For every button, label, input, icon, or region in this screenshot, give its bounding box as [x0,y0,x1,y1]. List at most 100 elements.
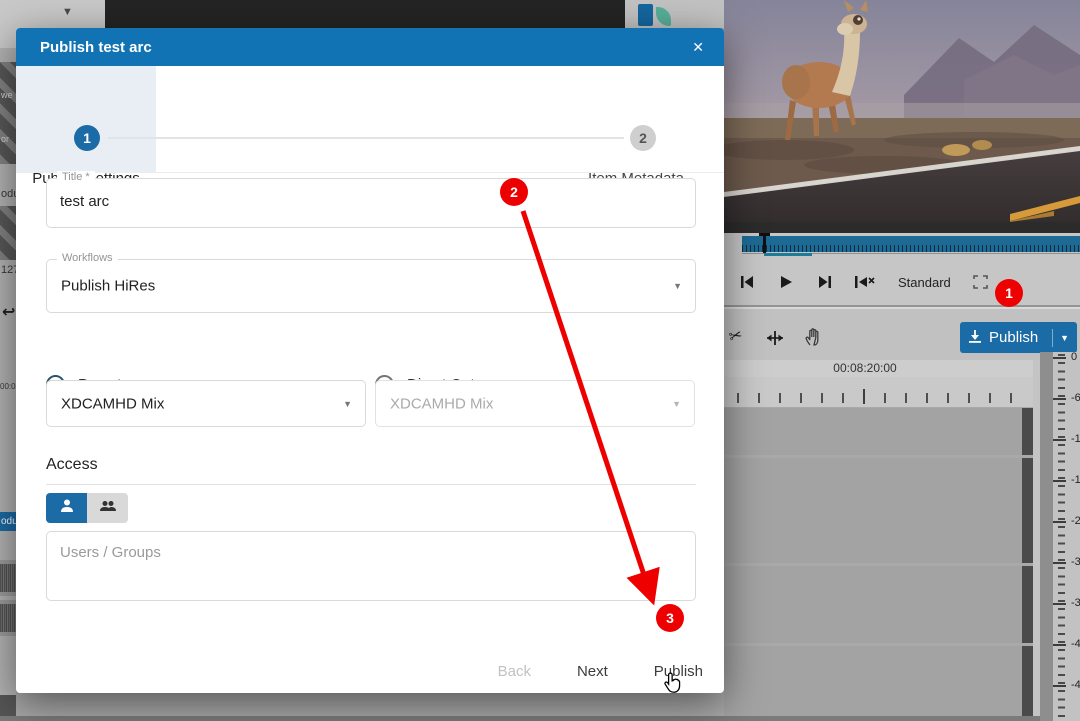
title-input[interactable] [60,193,680,210]
playhead-icon[interactable] [763,233,766,253]
db-scale-label: -1 [1071,433,1080,445]
title-field[interactable]: Title * [46,178,696,228]
track-scrollbar[interactable] [1022,458,1033,563]
timeline-track[interactable] [724,566,1022,643]
close-icon[interactable]: ✕ [692,39,704,56]
audio-meter [1040,352,1053,721]
preset-select-value: XDCAMHD Mix [61,395,164,412]
db-scale-label: -3 [1071,556,1080,568]
app-logo-leaf-icon [656,7,671,26]
user-icon [59,498,75,518]
dialog-header: Publish test arc ✕ [16,28,724,66]
mouse-cursor-icon [664,672,681,694]
annotation-badge-2: 2 [500,178,528,206]
db-scale-label: -4 [1071,679,1080,691]
timeline-timecode: 00:08:20:00 [810,361,920,375]
db-scale-tick [1053,562,1066,564]
scrub-selection [764,253,812,256]
trim-tool-icon[interactable] [766,330,784,351]
users-groups-field[interactable] [46,531,696,601]
db-scale-label: -6 [1071,392,1080,404]
publish-button-label: Publish [989,329,1038,346]
timeline-gap-column [1033,360,1040,721]
step-2-indicator[interactable]: 2 [630,125,656,151]
timeline-ruler-ticks [737,393,1025,403]
track-scrollbar[interactable] [1022,646,1033,716]
go-to-in-point-icon[interactable] [854,275,876,289]
timeline-ruler-center-tick [863,389,865,404]
wizard-stepper: 1 2 Publish Settings Item Metadata [16,66,724,172]
video-preview[interactable] [724,0,1080,222]
track-scrollbar[interactable] [1022,566,1033,643]
dialog-title: Publish test arc [40,39,152,56]
audio-waveform-thumbnail[interactable] [0,600,16,636]
app-logo-area [625,0,724,28]
step-connector [108,137,624,139]
back-button[interactable]: Back [498,663,531,680]
video-letterbox [724,222,1080,233]
app-canvas: ▼ we or odu 127 ↩ 00:0 odu [0,0,1080,721]
stepper-divider [16,172,724,173]
db-scale-tick [1053,644,1066,646]
users-groups-input[interactable] [60,544,680,590]
users-toggle-button[interactable] [46,493,87,523]
audio-waveform-thumbnail[interactable] [0,560,16,596]
access-type-toggle [46,493,128,523]
access-divider [46,484,696,485]
dialog-footer: Back Next Publish [16,656,724,686]
clip-label-fragment: we [1,90,13,100]
db-scale-tick [1053,480,1066,482]
clip-thumbnail-fragment[interactable] [0,206,16,260]
db-scale-tick [1053,603,1066,605]
skip-to-start-icon[interactable] [740,275,756,289]
clip-thumbnail-fragment[interactable]: we or [0,62,16,164]
preset-select[interactable]: XDCAMHD Mix ▼ [46,380,366,427]
chevron-down-icon[interactable]: ▼ [62,6,73,18]
direct-out-select-value: XDCAMHD Mix [390,395,493,412]
db-scale-tick [1053,398,1066,400]
button-divider [1052,329,1053,347]
db-scale-tick [1053,521,1066,523]
production-tag-fragment[interactable]: odu [0,512,16,531]
play-icon[interactable] [778,275,794,289]
workflows-select[interactable]: Workflows Publish HiRes ▼ [46,259,696,313]
publish-dialog: Publish test arc ✕ 1 2 Publish Settings … [16,28,724,693]
quality-selector[interactable]: Standard [898,275,951,290]
publish-button[interactable]: Publish ▼ [960,322,1077,353]
timecode-fragment: 00:0 [0,382,16,391]
db-scale-tick [1053,685,1066,687]
next-button[interactable]: Next [577,663,608,680]
timeline-track[interactable] [724,408,1022,455]
undo-icon[interactable]: ↩ [2,302,15,322]
direct-out-select-disabled: XDCAMHD Mix ▼ [375,380,695,427]
active-step-highlight [16,66,156,172]
skip-to-end-icon[interactable] [816,275,832,289]
annotation-badge-3: 3 [656,604,684,632]
chevron-down-icon: ▼ [672,399,681,409]
db-scale-label: -1 [1071,474,1080,486]
app-logo-icon [638,4,653,26]
db-scale-label: 0 [1071,351,1080,363]
video-monitor-edge [105,0,625,28]
db-scale-tick [1053,439,1066,441]
pan-tool-icon[interactable] [805,328,822,352]
workflows-label: Workflows [57,252,118,264]
transport-controls: Standard [740,272,988,292]
bottom-edge-strip [0,716,1040,721]
db-scale-label: -2 [1071,515,1080,527]
db-scale-label: -3 [1071,597,1080,609]
chevron-down-icon[interactable]: ▼ [673,281,682,291]
db-scale-tick [1053,357,1066,359]
timeline-track[interactable] [724,458,1022,563]
groups-toggle-button[interactable] [87,493,128,523]
chevron-down-icon[interactable]: ▼ [343,399,352,409]
group-icon [99,499,117,518]
step-1-indicator[interactable]: 1 [74,125,100,151]
access-heading: Access [46,456,98,474]
timeline-track[interactable] [724,646,1022,716]
download-icon [968,329,982,347]
db-scale-minor-ticks [1058,354,1065,719]
fullscreen-icon[interactable] [973,275,988,289]
track-scrollbar[interactable] [1022,408,1033,455]
chevron-down-icon[interactable]: ▼ [1060,333,1069,343]
